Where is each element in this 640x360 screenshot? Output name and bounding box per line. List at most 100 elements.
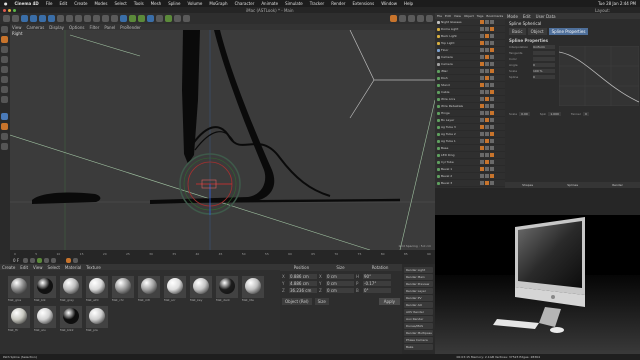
object-row[interactable]: Cable <box>437 89 505 96</box>
material-swatch[interactable]: Mat_lite <box>242 276 264 302</box>
material-tag-icon[interactable] <box>480 181 484 185</box>
material-tag-icon[interactable] <box>490 181 494 185</box>
material-tag-icon[interactable] <box>480 55 484 59</box>
object-menu-item[interactable]: View <box>454 14 461 18</box>
menu-item[interactable]: Volume <box>188 1 203 6</box>
material-tag-icon[interactable] <box>480 174 484 178</box>
zoom-window-button[interactable] <box>13 8 16 12</box>
render-settings-icon[interactable] <box>111 15 118 22</box>
menu-item[interactable]: Create <box>74 1 87 6</box>
material-tag-icon[interactable] <box>480 132 484 136</box>
viewport[interactable]: View Cameras Display Options Filter Pane… <box>10 24 435 250</box>
spline-graph[interactable] <box>559 46 639 106</box>
go-to-end-icon[interactable] <box>51 258 57 263</box>
subdivision-icon[interactable] <box>138 15 145 22</box>
material-tag-icon[interactable] <box>490 41 494 45</box>
material-tag-icon[interactable] <box>485 125 489 129</box>
attribute-subtab[interactable]: Object <box>527 28 547 35</box>
coord-value-field[interactable]: 0° <box>363 288 391 293</box>
object-row[interactable]: iMac <box>437 68 505 75</box>
viewport-menu-item[interactable]: Cameras <box>27 25 45 30</box>
scale-icon[interactable] <box>39 15 46 22</box>
menu-item[interactable]: Animate <box>261 1 278 6</box>
material-tag-icon[interactable] <box>485 97 489 101</box>
material-tag-icon[interactable] <box>480 104 484 108</box>
object-menu-item[interactable]: Object <box>464 14 474 18</box>
attribute-tab[interactable]: User Data <box>536 14 556 19</box>
material-tag-icon[interactable] <box>480 83 484 87</box>
render-shortcut-button[interactable]: Phase Camera <box>404 337 433 343</box>
menu-item[interactable]: Simulate <box>285 1 303 6</box>
material-tag-icon[interactable] <box>480 27 484 31</box>
enable-axis-icon[interactable] <box>1 113 8 120</box>
points-mode-icon[interactable] <box>1 66 8 73</box>
coord-value-field[interactable]: 36.236 cm <box>289 288 317 293</box>
material-swatch[interactable]: Mat_wht <box>86 276 108 302</box>
material-tag-icon[interactable] <box>485 20 489 24</box>
material-tag-icon[interactable] <box>485 41 489 45</box>
material-tag-icon[interactable] <box>490 90 494 94</box>
next-frame-icon[interactable] <box>44 258 50 263</box>
material-tag-icon[interactable] <box>485 48 489 52</box>
object-row[interactable]: Floor <box>437 47 505 54</box>
axis-lock-icon[interactable] <box>417 15 424 22</box>
menu-item[interactable]: Window <box>381 1 397 6</box>
material-menu-item[interactable]: View <box>33 265 43 270</box>
render-shortcut-button[interactable]: AOV Render <box>404 309 433 315</box>
object-menu-item[interactable]: Bookmarks <box>486 14 503 18</box>
viewport-menu-item[interactable]: View <box>12 25 22 30</box>
object-row[interactable]: Ag Tube 2 <box>437 131 505 138</box>
render-shortcut-button[interactable]: Aux Render <box>404 316 433 322</box>
menu-item[interactable]: Modes <box>94 1 107 6</box>
material-tag-icon[interactable] <box>480 34 484 38</box>
app-menu[interactable]: Cinema 4D <box>15 1 39 6</box>
viewport-menu-item[interactable]: Display <box>49 25 64 30</box>
material-swatch[interactable]: Mat_mtl <box>138 276 160 302</box>
current-frame[interactable]: 0 F <box>13 258 19 263</box>
coord-value-field[interactable]: 4.886 cm <box>289 281 317 286</box>
material-tag-icon[interactable] <box>490 139 494 143</box>
object-menu-item[interactable]: Tags <box>477 14 484 18</box>
object-row[interactable]: Dome Light <box>437 26 505 33</box>
material-tag-icon[interactable] <box>490 34 494 38</box>
object-row[interactable]: Bevel 2 <box>437 173 505 180</box>
live-select-icon[interactable] <box>21 15 28 22</box>
menu-item[interactable]: Render <box>331 1 345 6</box>
menu-item[interactable]: Spline <box>168 1 180 6</box>
material-tag-icon[interactable] <box>485 83 489 87</box>
material-tag-icon[interactable] <box>490 167 494 171</box>
light-icon[interactable] <box>183 15 190 22</box>
coord-value-field[interactable]: 90° <box>363 274 391 279</box>
material-swatch[interactable]: Mat_scr <box>164 276 186 302</box>
render-shortcut-button[interactable]: Render AO <box>404 302 433 308</box>
menu-item[interactable]: Tracker <box>310 1 324 6</box>
menu-item[interactable]: Edit <box>59 1 67 6</box>
material-swatch[interactable]: Mat_blk2 <box>60 306 82 332</box>
render-shortcut-button[interactable]: Render PV <box>404 295 433 301</box>
make-editable-icon[interactable] <box>1 26 8 33</box>
object-row[interactable]: Back Light <box>437 33 505 40</box>
prev-frame-icon[interactable] <box>30 258 36 263</box>
object-row[interactable]: Cyl Tube <box>437 159 505 166</box>
render-shortcut-button[interactable]: Render Layer <box>404 288 433 294</box>
material-tag-icon[interactable] <box>490 83 494 87</box>
material-tag-icon[interactable] <box>485 55 489 59</box>
material-tag-icon[interactable] <box>485 167 489 171</box>
viewport-menu-item[interactable]: ProRender <box>120 25 141 30</box>
material-swatch[interactable]: Mat_glos <box>8 276 30 302</box>
material-tag-icon[interactable] <box>485 132 489 136</box>
play-icon[interactable] <box>37 258 43 263</box>
object-row[interactable]: Bevel 3 <box>437 180 505 187</box>
material-tag-icon[interactable] <box>480 20 484 24</box>
rotate-icon[interactable] <box>48 15 55 22</box>
coord-value-field[interactable]: 0 cm <box>326 288 354 293</box>
model-mode-icon[interactable] <box>1 36 8 43</box>
record-key-icon[interactable] <box>66 258 72 263</box>
material-tag-icon[interactable] <box>485 62 489 66</box>
attribute-small-value[interactable]: 0 <box>582 112 589 116</box>
material-tag-icon[interactable] <box>485 174 489 178</box>
material-tag-icon[interactable] <box>480 111 484 115</box>
texture-mode-icon[interactable] <box>1 46 8 53</box>
go-to-start-icon[interactable] <box>23 258 29 263</box>
viewport-menu-item[interactable]: Panel <box>104 25 115 30</box>
